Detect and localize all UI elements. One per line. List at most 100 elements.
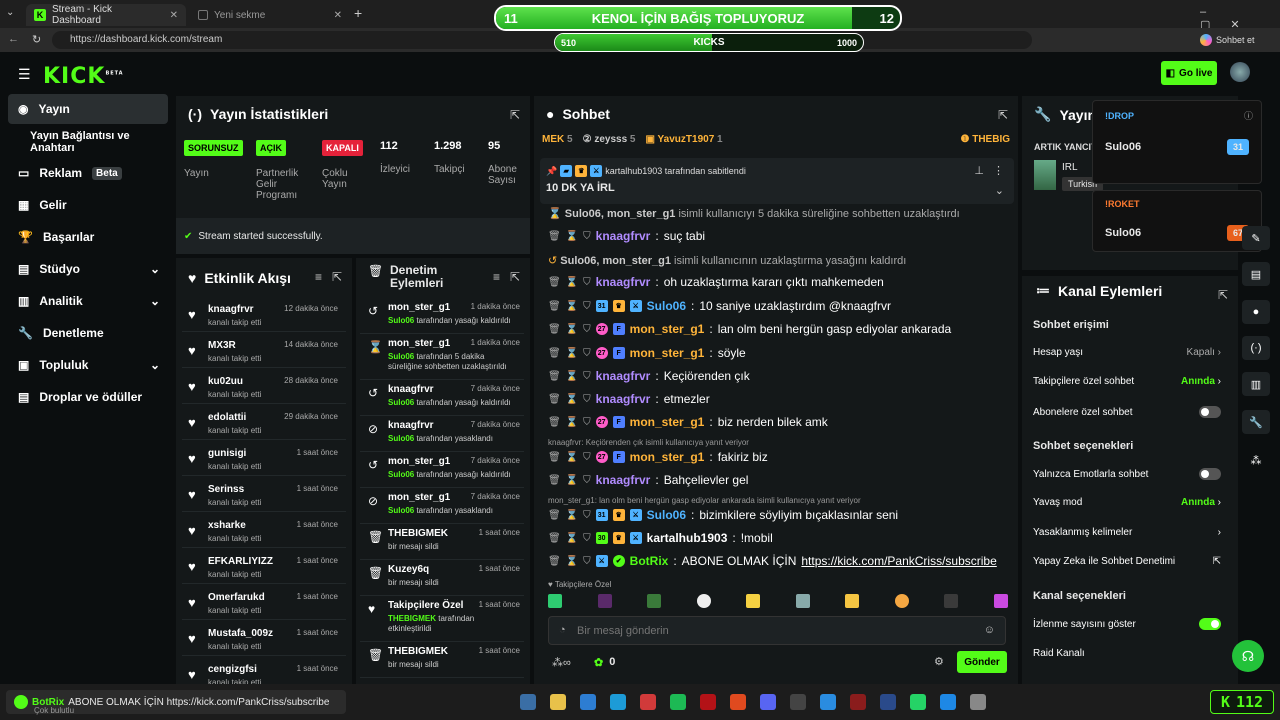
discord-icon[interactable] — [760, 694, 776, 710]
account-age-setting[interactable]: Hesap yaşı Kapalı › — [1033, 347, 1221, 358]
list-item[interactable]: ⊘ mon_ster_g1 7 dakika önce Sulo06 tarafınd… — [360, 488, 524, 524]
emote-icon[interactable] — [894, 594, 909, 608]
trash-icon[interactable]: 🗑 — [548, 231, 561, 242]
popout-icon[interactable]: ⇱ — [332, 270, 342, 284]
pinned-message[interactable]: 📌 ▰ ♛ ⚔ kartalhub1903 tarafından sabitlendi … — [540, 158, 1014, 204]
list-item[interactable]: ♥ EFKARLIYIZZ kanalı takip etti 1 saat önce — [182, 550, 346, 584]
photoshop-icon[interactable] — [880, 694, 896, 710]
go-live-button[interactable]: ◧ Go live — [1161, 61, 1217, 85]
trash-icon[interactable]: 🗑 — [548, 452, 561, 463]
trash-icon[interactable]: 🗑 — [548, 277, 561, 288]
subs-chat-toggle[interactable] — [1199, 406, 1221, 418]
chat-username[interactable]: mon_ster_g1 — [630, 415, 705, 429]
emote-only-toggle[interactable] — [1199, 468, 1221, 480]
hourglass-icon[interactable]: ⌛ — [566, 348, 578, 359]
rail-document-icon[interactable]: ▤ — [1242, 262, 1270, 286]
trash-icon[interactable]: 🗑 — [548, 348, 561, 359]
trash-icon[interactable]: 🗑 — [548, 533, 561, 544]
chat-message[interactable]: 🗑 ⌛ ⛉ 27 Fmon_ster_g1: biz nerden bilek amk — [548, 412, 828, 432]
list-item[interactable]: ♥ edolattii kanalı takip etti 29 dakika önc… — [182, 406, 346, 440]
back-icon[interactable]: ← — [8, 33, 19, 45]
chat-username[interactable]: mon_ster_g1 — [630, 450, 705, 464]
hourglass-icon[interactable]: ⌛ — [566, 556, 578, 567]
chat-username[interactable]: knaagfrvr — [596, 473, 651, 487]
sidebar-item-basarilar[interactable]: 🏆 Başarılar — [8, 222, 168, 252]
app-icon[interactable] — [790, 694, 806, 710]
chat-input[interactable] — [577, 621, 957, 641]
chat-username[interactable]: knaagfrvr — [596, 229, 651, 243]
list-item[interactable]: ⌛ mon_ster_g1 1 dakika önce Sulo06 tarafınd… — [360, 334, 524, 380]
shield-icon[interactable]: ⛉ — [583, 452, 591, 463]
url-input[interactable]: https://dashboard.kick.com/stream — [52, 31, 1032, 49]
raid-setting[interactable]: Raid Kanalı — [1033, 648, 1221, 659]
send-button[interactable]: Gönder — [957, 651, 1007, 673]
list-item[interactable]: ♥ Takipçilere Özel 1 saat önce THEBIGMEK ta… — [360, 596, 524, 642]
chat-username[interactable]: Sulo06 — [647, 508, 686, 522]
emote-icon[interactable] — [746, 594, 761, 608]
list-item[interactable]: ♥ knaagfrvr kanalı takip etti 12 dakika önc… — [182, 298, 346, 332]
hourglass-icon[interactable]: ⌛ — [566, 371, 578, 382]
info-icon[interactable]: ⓘ — [1244, 109, 1253, 122]
files-icon[interactable] — [550, 694, 566, 710]
chat-username[interactable]: kartalhub1903 — [647, 531, 728, 545]
illustrator-icon[interactable] — [850, 694, 866, 710]
avatar[interactable] — [1230, 62, 1250, 82]
shield-icon[interactable]: ⛉ — [583, 231, 591, 242]
list-item[interactable]: ♥ gunisigi kanalı takip etti 1 saat önce — [182, 442, 346, 476]
chat-username[interactable]: Sulo06 — [647, 299, 686, 313]
popout-icon[interactable]: ⇱ — [998, 108, 1008, 122]
shield-icon[interactable]: ⛉ — [583, 371, 591, 382]
list-item[interactable]: ♥ xsharke kanalı takip etti 1 saat önce — [182, 514, 346, 548]
list-item[interactable]: 🗑 THEBIGMEK 1 saat önce bir mesajı sildi — [360, 642, 524, 678]
trash-icon[interactable]: 🗑 — [548, 371, 561, 382]
points-icon[interactable]: ⁂∞ — [552, 656, 571, 669]
vscode-icon[interactable] — [580, 694, 596, 710]
chat-link[interactable]: https://kick.com/PankCriss/subscribe — [801, 554, 996, 568]
trash-icon[interactable]: 🗑 — [548, 394, 561, 405]
new-tab-button[interactable]: + — [354, 5, 362, 21]
rail-chat-icon[interactable]: ● — [1242, 300, 1270, 324]
popout-icon[interactable]: ⇱ — [510, 270, 520, 284]
shield-icon[interactable]: ⛉ — [583, 510, 591, 521]
capcut-icon[interactable] — [730, 694, 746, 710]
chat-message[interactable]: 🗑 ⌛ ⛉ 31 ♛ ⚔ Sulo06:10 saniye uzaklaştırdım @k… — [548, 296, 891, 316]
hourglass-icon[interactable]: ⌛ — [566, 417, 578, 428]
hourglass-icon[interactable]: ⌛ — [566, 394, 578, 405]
list-item[interactable]: 🗑 Kuzey6q 1 saat önce bir mesajı sildi — [360, 560, 524, 596]
slow-mode-setting[interactable]: Yavaş mod Anında › — [1033, 497, 1221, 508]
whatsapp-icon[interactable] — [910, 694, 926, 710]
support-headset-icon[interactable]: ☊ — [1232, 640, 1264, 672]
ai-moderation-setting[interactable]: Yapay Zeka ile Sohbet Denetimi ⇱ — [1033, 556, 1221, 567]
sidebar-item-stream-key[interactable]: Yayın Bağlantısı ve Anahtarı — [8, 127, 168, 157]
chat-message[interactable]: 🗑 ⌛ ⛉ knaagfrvr: oh uzaklaştırma kararı çıkt… — [548, 272, 884, 292]
rail-moderation-icon[interactable]: ▥ — [1242, 372, 1270, 396]
rail-wrench-icon[interactable]: 🔧 — [1242, 410, 1270, 434]
emote-icon[interactable] — [548, 594, 562, 608]
sidebar-item-denetleme[interactable]: 🔧 Denetleme — [8, 318, 168, 348]
chat-message[interactable]: 🗑 ⌛ ⛉ 30 ♛ ⚔ kartalhub1903: !mobil — [548, 528, 773, 548]
chat-username[interactable]: knaagfrvr — [596, 275, 651, 289]
shield-icon[interactable]: ⛉ — [583, 417, 591, 428]
chat-message[interactable]: 🗑 ⌛ ⛉ knaagfrvr: Bahçelievler gel — [548, 470, 748, 490]
trash-icon[interactable]: 🗑 — [548, 417, 561, 428]
trash-icon[interactable]: 🗑 — [548, 556, 561, 567]
sidebar-item-reklam[interactable]: ▭ Reklam Beta — [8, 158, 168, 188]
hourglass-icon[interactable]: ⌛ — [566, 277, 578, 288]
list-item[interactable]: ↺ mon_ster_g1 7 dakika önce Sulo06 tarafınd… — [360, 452, 524, 488]
emote-icon[interactable] — [597, 594, 612, 608]
hourglass-icon[interactable]: ⌛ — [566, 301, 578, 312]
emote-icon[interactable] — [795, 594, 810, 608]
rail-more-icon[interactable]: ⁂ — [1242, 448, 1270, 472]
edge-icon[interactable] — [820, 694, 836, 710]
spotify-icon[interactable] — [670, 694, 686, 710]
emoji-icon[interactable]: ☺ — [984, 624, 995, 636]
hourglass-icon[interactable]: ⌛ — [566, 533, 578, 544]
tab-list-icon[interactable]: ⌄ — [6, 7, 14, 18]
emote-icon[interactable] — [845, 594, 860, 608]
list-item[interactable]: ↺ knaagfrvr 7 dakika önce Sulo06 tarafından… — [360, 380, 524, 416]
list-item[interactable]: ♥ Omerfarukd kanalı takip etti 1 saat önce — [182, 586, 346, 620]
popout-icon[interactable]: ⇱ — [510, 108, 520, 122]
emote-icon[interactable] — [647, 594, 662, 608]
gear-icon[interactable]: ⚙ — [934, 655, 944, 668]
close-icon[interactable]: ✕ — [334, 10, 342, 21]
